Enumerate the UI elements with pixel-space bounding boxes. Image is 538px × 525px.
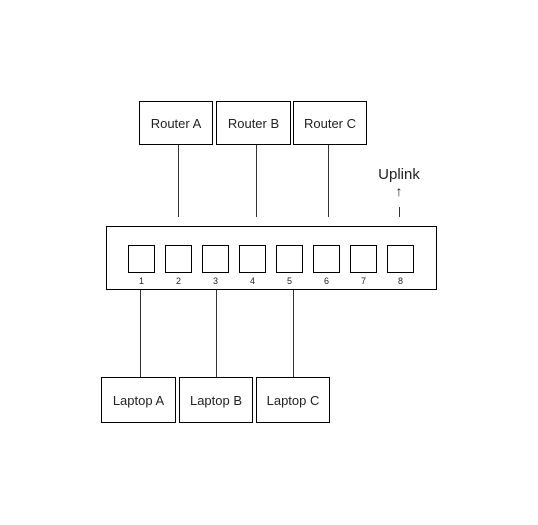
router-a-label: Router A bbox=[150, 115, 202, 131]
port-label-8: 8 bbox=[397, 276, 403, 286]
laptop-c-link bbox=[293, 290, 294, 378]
switch-port-5 bbox=[276, 245, 303, 273]
laptop-a-link bbox=[140, 290, 141, 378]
laptop-c-label: Laptop C bbox=[266, 392, 320, 408]
port-label-4: 4 bbox=[249, 276, 255, 286]
uplink-label: Uplink bbox=[378, 166, 420, 183]
laptop-c: Laptop C bbox=[256, 377, 330, 423]
router-c: Router C bbox=[293, 101, 367, 145]
router-b-link bbox=[256, 145, 257, 217]
laptop-a-label: Laptop A bbox=[112, 392, 165, 408]
uplink-link bbox=[399, 207, 400, 217]
switch-port-8 bbox=[387, 245, 414, 273]
switch-port-3 bbox=[202, 245, 229, 273]
laptop-b-label: Laptop B bbox=[189, 392, 243, 408]
router-b: Router B bbox=[216, 101, 291, 145]
router-c-label: Router C bbox=[303, 115, 357, 131]
switch-port-1 bbox=[128, 245, 155, 273]
uplink-arrow-icon: ↑ bbox=[395, 183, 403, 199]
laptop-b: Laptop B bbox=[179, 377, 253, 423]
port-label-5: 5 bbox=[286, 276, 292, 286]
port-label-3: 3 bbox=[212, 276, 218, 286]
router-b-label: Router B bbox=[227, 115, 280, 131]
port-label-1: 1 bbox=[138, 276, 144, 286]
router-a: Router A bbox=[139, 101, 213, 145]
switch-port-6 bbox=[313, 245, 340, 273]
switch-port-4 bbox=[239, 245, 266, 273]
router-c-link bbox=[328, 145, 329, 217]
port-label-2: 2 bbox=[175, 276, 181, 286]
laptop-a: Laptop A bbox=[101, 377, 176, 423]
switch-port-7 bbox=[350, 245, 377, 273]
switch-port-2 bbox=[165, 245, 192, 273]
port-label-6: 6 bbox=[323, 276, 329, 286]
router-a-link bbox=[178, 145, 179, 217]
port-label-7: 7 bbox=[360, 276, 366, 286]
laptop-b-link bbox=[216, 290, 217, 378]
